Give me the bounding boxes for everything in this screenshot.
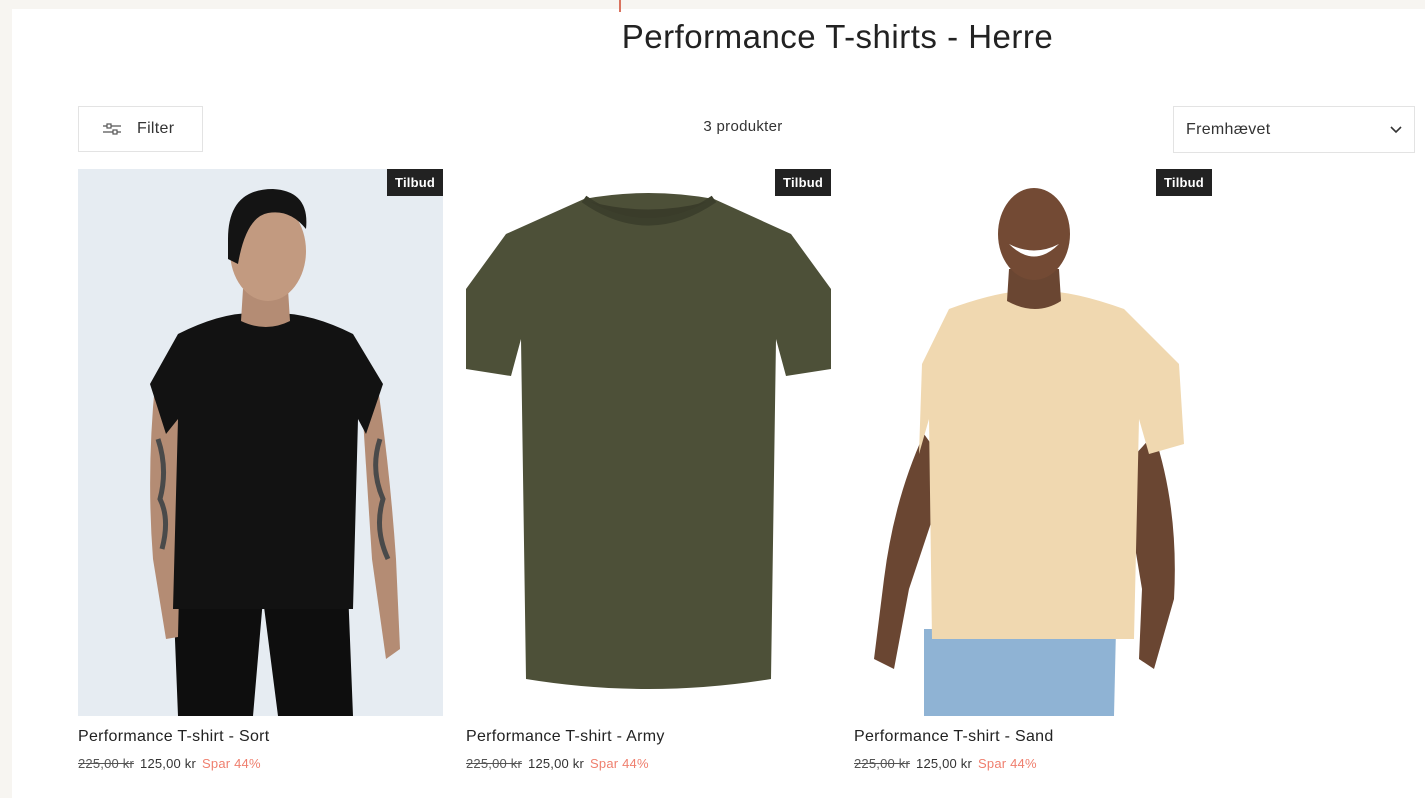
army-tshirt-image [466, 169, 831, 716]
chevron-down-icon [1390, 125, 1402, 133]
man-black-tshirt-image [78, 169, 443, 716]
sale-badge: Tilbud [1156, 169, 1212, 196]
product-card[interactable]: Tilbud Performance T-shirt - Army 225,00… [466, 169, 831, 771]
product-image[interactable]: Tilbud [854, 169, 1219, 716]
product-name[interactable]: Performance T-shirt - Sand [854, 728, 1219, 746]
old-price: 225,00 kr [466, 756, 523, 771]
filter-label: Filter [137, 120, 175, 137]
product-count: 3 produkter [703, 118, 783, 135]
product-prices: 225,00 kr 125,00 kr Spar 44% [854, 756, 1219, 771]
product-image[interactable]: Tilbud [466, 169, 831, 716]
sort-select[interactable]: Fremhævet [1173, 106, 1415, 153]
sale-badge: Tilbud [387, 169, 443, 196]
sale-price: 125,00 kr [140, 756, 197, 771]
product-card[interactable]: Tilbud Performance T-shirt - Sand 225,00… [854, 169, 1219, 771]
save-label: Spar 44% [202, 756, 261, 771]
product-card[interactable]: Tilbud Performance T-shirt - Sort 225,00… [78, 169, 443, 771]
sliders-icon [103, 123, 121, 135]
sale-price: 125,00 kr [528, 756, 585, 771]
old-price: 225,00 kr [854, 756, 911, 771]
man-sand-tshirt-image [854, 169, 1219, 716]
product-name[interactable]: Performance T-shirt - Sort [78, 728, 443, 746]
product-image[interactable]: Tilbud [78, 169, 443, 716]
old-price: 225,00 kr [78, 756, 135, 771]
sale-price: 125,00 kr [916, 756, 973, 771]
product-prices: 225,00 kr 125,00 kr Spar 44% [78, 756, 443, 771]
filter-button[interactable]: Filter [78, 106, 203, 152]
accent-mark [619, 0, 621, 12]
save-label: Spar 44% [978, 756, 1037, 771]
page-title: Performance T-shirts - Herre [621, 18, 1054, 55]
sale-badge: Tilbud [775, 169, 831, 196]
save-label: Spar 44% [590, 756, 649, 771]
collection-toolbar: Filter 3 produkter Fremhævet [78, 106, 1415, 154]
sort-value: Fremhævet [1186, 120, 1271, 138]
product-prices: 225,00 kr 125,00 kr Spar 44% [466, 756, 831, 771]
product-name[interactable]: Performance T-shirt - Army [466, 728, 831, 746]
